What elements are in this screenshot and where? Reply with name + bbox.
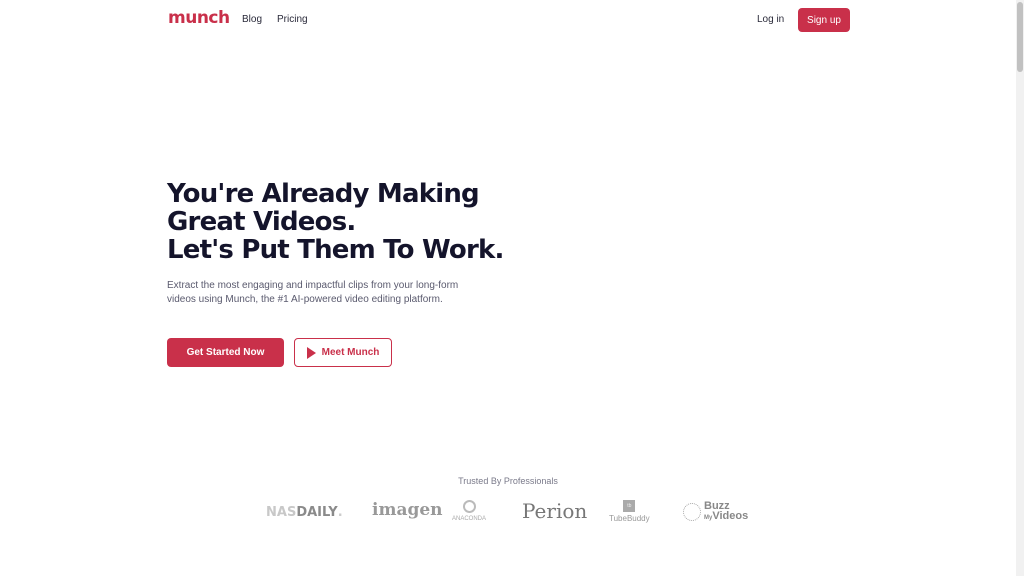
logo-text: TubeBuddy bbox=[609, 514, 650, 523]
get-started-button[interactable]: Get Started Now bbox=[167, 338, 284, 367]
hero-title-line: Let's Put Them To Work. bbox=[167, 235, 504, 265]
globe-icon bbox=[683, 503, 701, 521]
buzzmyvideos-logo: Buzz MyVideos bbox=[683, 501, 748, 523]
nav-pricing-link[interactable]: Pricing bbox=[277, 14, 308, 25]
scrollbar-thumb[interactable] bbox=[1017, 2, 1023, 72]
play-icon bbox=[306, 346, 316, 359]
trusted-heading: Trusted By Professionals bbox=[458, 476, 558, 486]
anaconda-ring-icon bbox=[462, 500, 476, 513]
hero-title-line: You're Already Making bbox=[167, 179, 480, 209]
logo-text: NAS bbox=[266, 505, 297, 520]
nasdaily-logo: NAS DAILY. bbox=[266, 505, 343, 520]
login-link[interactable]: Log in bbox=[757, 14, 784, 25]
meet-munch-button[interactable]: Meet Munch bbox=[294, 338, 392, 367]
scrollbar[interactable] bbox=[1016, 0, 1024, 576]
client-logos: NAS DAILY. imagen ANACONDA Perion tb Tube… bbox=[0, 498, 1016, 528]
hero-title-line: Great Videos. bbox=[167, 207, 356, 237]
munch-logo[interactable]: munch bbox=[168, 8, 230, 28]
top-nav: munch Blog Pricing Log in Sign up bbox=[0, 0, 1016, 40]
signup-button[interactable]: Sign up bbox=[798, 8, 850, 32]
imagen-logo: imagen bbox=[372, 500, 443, 520]
nav-blog-link[interactable]: Blog bbox=[242, 14, 262, 25]
perion-logo: Perion bbox=[522, 499, 588, 523]
meet-munch-label: Meet Munch bbox=[321, 347, 380, 358]
anaconda-logo: ANACONDA bbox=[452, 500, 486, 522]
hero-subtitle: Extract the most engaging and impactful … bbox=[167, 280, 459, 305]
logo-text: DAILY bbox=[296, 505, 338, 520]
hero-title: You're Already Making Great Videos. Let'… bbox=[167, 180, 504, 264]
tubebuddy-icon: tb bbox=[623, 500, 636, 512]
tubebuddy-logo: tb TubeBuddy bbox=[609, 500, 650, 523]
logo-text: ANACONDA bbox=[452, 516, 487, 522]
logo-text: Videos bbox=[712, 510, 749, 522]
